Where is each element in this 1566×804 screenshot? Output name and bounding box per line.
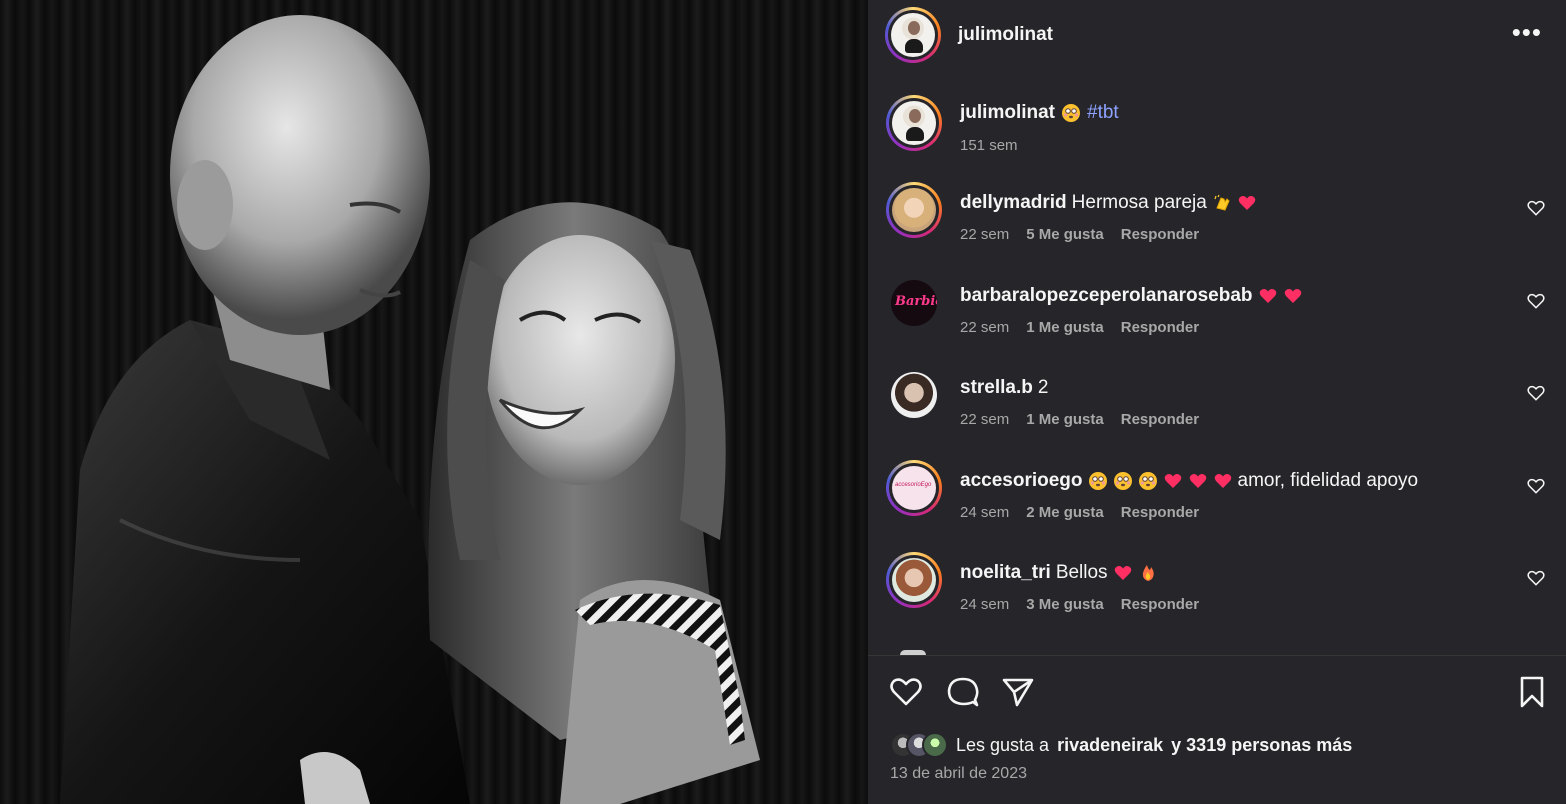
caption-age: 151 sem [960, 137, 1018, 154]
like-comment-heart-icon[interactable] [1526, 568, 1546, 588]
comment-text: Bellos [1055, 562, 1108, 583]
comment-avatar[interactable] [891, 372, 937, 418]
post-side-panel: julimolinat ••• julimolinat #tbt 151 sem… [868, 0, 1566, 804]
comment-age: 22 sem [960, 411, 1010, 428]
flushed-face-icon [1113, 472, 1132, 490]
comment-likes[interactable]: 3 Me gusta [1026, 596, 1104, 613]
like-comment-heart-icon[interactable] [1526, 291, 1546, 311]
caption-hashtag[interactable]: #tbt [1087, 102, 1119, 124]
heart-emoji-icon [1238, 196, 1256, 210]
author-username[interactable]: julimolinat [958, 24, 1053, 46]
comment-avatar[interactable]: Barbie [891, 280, 937, 326]
comment-bubble-icon[interactable] [945, 674, 981, 710]
reply-button[interactable]: Responder [1121, 596, 1199, 613]
heart-emoji-icon [1164, 474, 1181, 488]
reply-button[interactable]: Responder [1121, 411, 1199, 428]
comment-text: 2 [1037, 377, 1049, 398]
likes-count-link[interactable]: y 3319 personas más [1171, 735, 1352, 756]
comment-age: 24 sem [960, 504, 1010, 521]
post-caption: julimolinat #tbt 151 sem [886, 92, 1546, 162]
comment-item: dellymadrid Hermosa pareja 22 sem 5 Me g… [886, 182, 1546, 252]
flushed-face-icon [1138, 472, 1157, 490]
heart-emoji-icon [1114, 566, 1131, 580]
actions-divider [868, 655, 1566, 656]
comment-username[interactable]: dellymadrid [960, 192, 1067, 214]
post-date: 13 de abril de 2023 [890, 765, 1027, 782]
comment-item: Barbie barbaralopezceperolanarosebab 22 … [886, 275, 1546, 345]
like-comment-heart-icon[interactable] [1526, 383, 1546, 403]
comment-likes[interactable]: 2 Me gusta [1026, 504, 1104, 521]
author-avatar[interactable] [885, 7, 941, 63]
comment-likes[interactable]: 1 Me gusta [1026, 411, 1104, 428]
heart-emoji-icon [1259, 289, 1276, 303]
comment-item: noelita_tri Bellos 24 sem 3 Me gusta Res… [886, 552, 1546, 622]
heart-emoji-icon [1214, 474, 1231, 488]
post-header: julimolinat ••• [868, 0, 1566, 70]
comment-item: strella.b 2 22 sem 1 Me gusta Responder [886, 367, 1546, 437]
comment-text: Hermosa pareja [1071, 192, 1207, 213]
likes-user-link[interactable]: rivadeneirak [1057, 735, 1163, 756]
like-comment-heart-icon[interactable] [1526, 198, 1546, 218]
post-actions [888, 672, 1548, 712]
reply-button[interactable]: Responder [1121, 226, 1199, 243]
comment-username[interactable]: strella.b [960, 377, 1033, 399]
like-comment-heart-icon[interactable] [1526, 476, 1546, 496]
fire-icon [1142, 565, 1154, 581]
comment-text: amor, fidelidad apoyo [1237, 470, 1419, 491]
flushed-face-icon [1088, 472, 1107, 490]
likes-summary: Les gusta a rivadeneirak y 3319 personas… [890, 730, 1352, 760]
heart-emoji-icon [1189, 474, 1206, 488]
post-photo[interactable] [0, 0, 868, 804]
reply-button[interactable]: Responder [1121, 504, 1199, 521]
comment-avatar[interactable]: accesorioEgo [886, 460, 942, 516]
share-send-icon[interactable] [1000, 674, 1036, 710]
liker-avatar[interactable] [922, 732, 948, 758]
like-heart-icon[interactable] [888, 674, 924, 710]
comment-username[interactable]: accesorioego [960, 470, 1083, 492]
comment-avatar[interactable] [886, 552, 942, 608]
clapping-hands-icon [1214, 194, 1230, 211]
comment-likes[interactable]: 1 Me gusta [1026, 319, 1104, 336]
more-horizontal-icon[interactable]: ••• [1512, 19, 1542, 45]
save-bookmark-icon[interactable] [1514, 674, 1550, 710]
comment-age: 22 sem [960, 319, 1010, 336]
accesorioego-logo: accesorioEgo [895, 482, 932, 488]
reply-button[interactable]: Responder [1121, 319, 1199, 336]
comment-avatar[interactable] [886, 182, 942, 238]
liker-avatars [890, 732, 948, 758]
couple-photo-illustration [60, 15, 760, 804]
comment-item: accesorioEgo accesorioego amor, fidelida… [886, 460, 1546, 530]
flushed-face-icon [1062, 104, 1080, 122]
comment-likes[interactable]: 5 Me gusta [1026, 226, 1104, 243]
heart-emoji-icon [1284, 289, 1301, 303]
likes-prefix: Les gusta a [956, 734, 1050, 755]
caption-author-avatar[interactable] [886, 95, 942, 151]
caption-username[interactable]: julimolinat [960, 102, 1055, 124]
barbie-logo: Barbie [895, 294, 937, 309]
comment-username[interactable]: noelita_tri [960, 562, 1051, 584]
comment-username[interactable]: barbaralopezceperolanarosebab [960, 285, 1253, 307]
comment-age: 24 sem [960, 596, 1010, 613]
comment-age: 22 sem [960, 226, 1010, 243]
